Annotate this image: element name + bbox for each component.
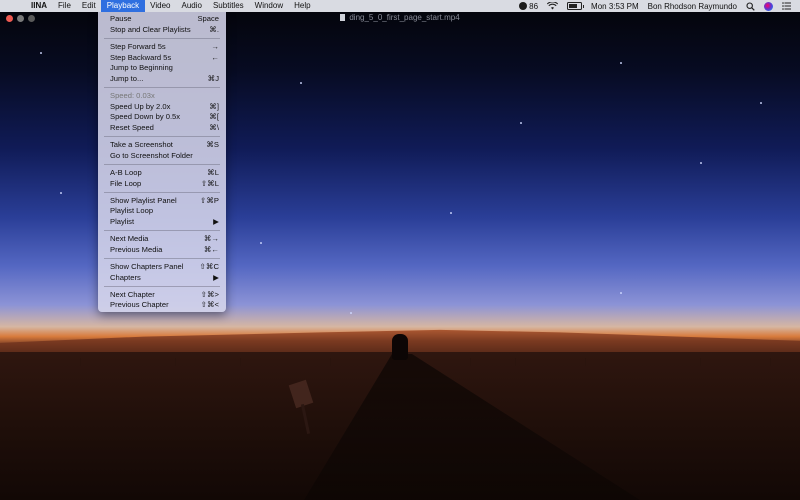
menu-item-file-loop[interactable]: File Loop ⇧⌘L <box>98 179 226 189</box>
menu-item-previous-chapter[interactable]: Previous Chapter ⇧⌘< <box>98 300 226 310</box>
menu-separator <box>104 286 220 287</box>
status-badge[interactable]: 86 <box>519 2 538 11</box>
menu-file[interactable]: File <box>53 0 77 12</box>
menu-item-screenshot-folder[interactable]: Go to Screenshot Folder <box>98 151 226 161</box>
menu-playback[interactable]: Playback <box>101 0 145 12</box>
menu-item-take-screenshot[interactable]: Take a Screenshot ⌘S <box>98 140 226 150</box>
status-area: 86 Mon 3:53 PM Bon Rhodson Raymundo <box>519 0 800 12</box>
submenu-arrow-icon: ▶ <box>213 272 219 282</box>
menu-item-step-backward[interactable]: Step Backward 5s ← <box>98 53 226 63</box>
silhouette-figure <box>392 334 408 360</box>
clock[interactable]: Mon 3:53 PM <box>591 2 639 11</box>
menu-item-stop-clear-playlists[interactable]: Stop and Clear Playlists ⌘. <box>98 25 226 35</box>
notification-center-icon[interactable] <box>782 2 791 10</box>
menu-separator <box>104 230 220 231</box>
playback-menu: Pause Space Stop and Clear Playlists ⌘. St… <box>98 12 226 312</box>
menu-item-jump-to-beginning[interactable]: Jump to Beginning <box>98 63 226 73</box>
menu-window[interactable]: Window <box>249 0 288 12</box>
status-badge-count: 86 <box>529 1 539 11</box>
menu-item-speed-down[interactable]: Speed Down by 0.5x ⌘[ <box>98 112 226 122</box>
menu-item-next-media[interactable]: Next Media ⌘→ <box>98 234 226 244</box>
menu-item-speed-value: Speed: 0.03x <box>110 91 155 100</box>
user-name[interactable]: Bon Rhodson Raymundo <box>648 2 737 11</box>
submenu-arrow-icon: ▶ <box>213 216 219 226</box>
menu-subtitles[interactable]: Subtitles <box>207 0 249 12</box>
menu-item-playlist[interactable]: Playlist ▶ <box>98 217 226 227</box>
menu-item-show-chapters-panel[interactable]: Show Chapters Panel ⇧⌘C <box>98 262 226 272</box>
menu-separator <box>104 192 220 193</box>
menu-item-step-forward[interactable]: Step Forward 5s → <box>98 42 226 52</box>
menu-item-chapters[interactable]: Chapters ▶ <box>98 273 226 283</box>
menu-separator <box>104 38 220 39</box>
menu-bar: IINA File Edit Playback Video Audio Subt… <box>0 0 800 12</box>
spotlight-search-icon[interactable] <box>746 1 755 11</box>
battery-icon[interactable] <box>567 2 585 10</box>
menu-separator <box>104 258 220 259</box>
menu-help[interactable]: Help <box>289 0 316 12</box>
menu-separator <box>104 136 220 137</box>
menu-item-playlist-loop[interactable]: Playlist Loop <box>98 206 226 216</box>
menu-item-pause[interactable]: Pause Space <box>98 14 226 24</box>
menu-audio[interactable]: Audio <box>176 0 207 12</box>
menu-item-jump-to[interactable]: Jump to... ⌘J <box>98 74 226 84</box>
menu-item-next-chapter[interactable]: Next Chapter ⇧⌘> <box>98 290 226 300</box>
menu-separator <box>104 164 220 165</box>
menu-item-reset-speed[interactable]: Reset Speed ⌘\ <box>98 123 226 133</box>
document-icon <box>340 14 346 21</box>
menu-separator <box>104 87 220 88</box>
menu-app-iina[interactable]: IINA <box>23 0 53 12</box>
wifi-icon[interactable] <box>547 2 559 10</box>
siri-icon[interactable] <box>764 1 773 11</box>
menu-item-ab-loop[interactable]: A-B Loop ⌘L <box>98 168 226 178</box>
window-title-text: ding_5_0_first_page_start.mp4 <box>349 13 460 22</box>
menu-video[interactable]: Video <box>145 0 176 12</box>
menu-item-speed-up[interactable]: Speed Up by 2.0x ⌘] <box>98 102 226 112</box>
menu-item-previous-media[interactable]: Previous Media ⌘← <box>98 245 226 255</box>
notification-icon <box>519 2 528 10</box>
menu-item-show-playlist-panel[interactable]: Show Playlist Panel ⇧⌘P <box>98 196 226 206</box>
menu-edit[interactable]: Edit <box>76 0 101 12</box>
